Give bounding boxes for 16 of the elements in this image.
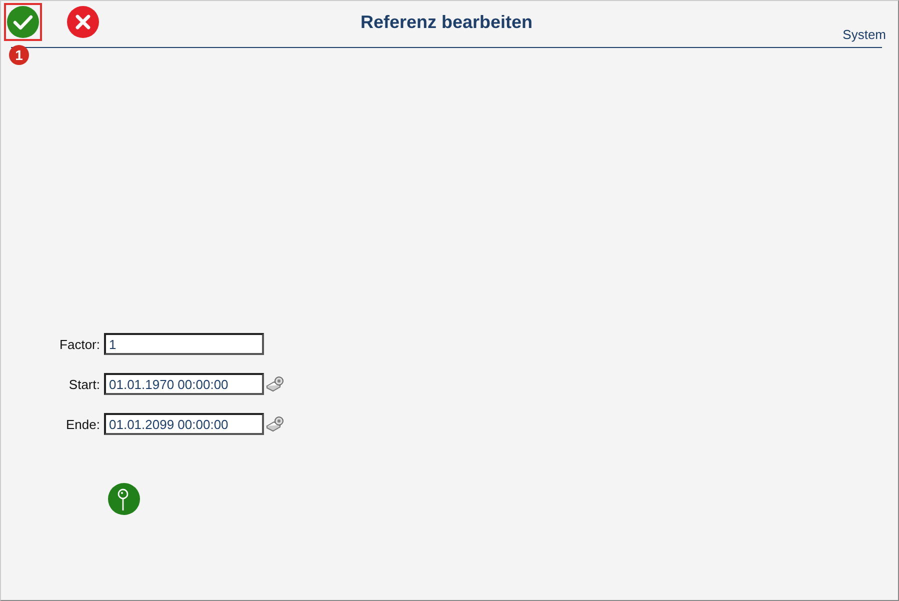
page-title: Referenz bearbeiten (360, 11, 533, 33)
field-label: Start: (68, 376, 101, 392)
input-field[interactable]: 01.01.2099 00:00:00 (104, 413, 264, 435)
input-field[interactable]: 01.01.1970 00:00:00 (104, 373, 264, 395)
check-icon (7, 6, 39, 38)
accept-button[interactable] (4, 3, 42, 41)
close-icon (67, 6, 99, 38)
count-badge: 1 (9, 45, 29, 65)
cancel-button[interactable] (64, 3, 102, 41)
calendar-picker-icon[interactable] (266, 416, 284, 432)
context-label: System (842, 27, 886, 42)
input-field[interactable]: 1 (104, 333, 264, 355)
pin-button[interactable] (108, 483, 140, 515)
field-label: Ende: (65, 416, 101, 432)
calendar-picker-icon[interactable] (266, 376, 284, 392)
field-label: Factor: (58, 336, 101, 352)
